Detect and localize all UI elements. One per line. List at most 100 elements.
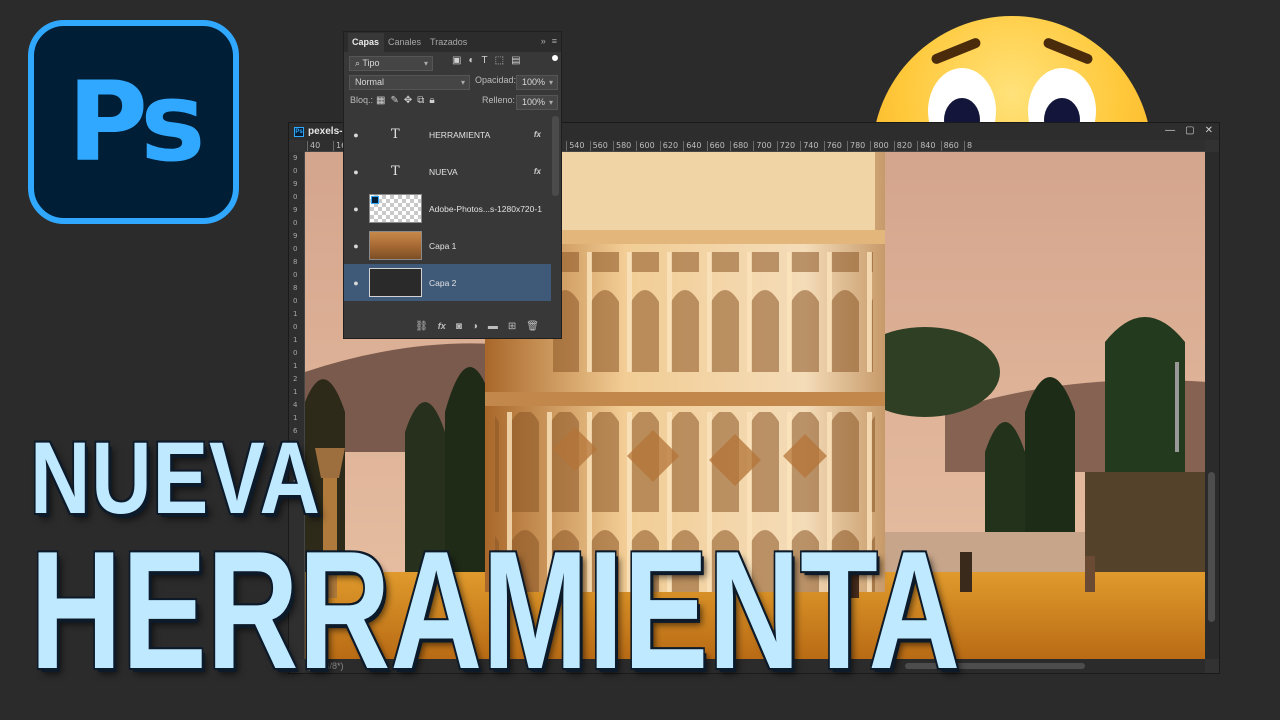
layer-name: Adobe-Photos...s-1280x720-1 xyxy=(429,203,542,214)
ruler-tick: 8 xyxy=(964,141,972,151)
layer-name: NUEVA xyxy=(429,166,458,177)
ruler-tick: 680 xyxy=(730,141,748,151)
ruler-tick: 540 xyxy=(566,141,584,151)
lock-all-icon[interactable]: 🔒︎ xyxy=(429,95,434,106)
new-adjustment-icon[interactable]: ◑ xyxy=(472,321,478,332)
fill-field[interactable]: 100% ▾ xyxy=(516,95,558,110)
adjustment-filter-icon[interactable]: ◐ xyxy=(468,55,474,66)
fill-label: Relleno: xyxy=(482,95,516,105)
vertical-scrollbar[interactable] xyxy=(1205,152,1219,659)
minimize-button[interactable]: — xyxy=(1165,125,1175,136)
ruler-tick: 740 xyxy=(800,141,818,151)
tab-layers[interactable]: Capas xyxy=(348,33,385,52)
ruler-digit: 0 xyxy=(293,245,298,253)
collapse-icon[interactable]: » xyxy=(541,36,546,46)
layer-list: ● T HERRAMIENTA fx ● T NUEVA fx ● Adobe-… xyxy=(344,116,551,301)
ruler-digit: 4 xyxy=(293,401,298,409)
ruler-digit: 9 xyxy=(293,180,298,188)
smart-object-icon xyxy=(371,196,379,204)
visibility-eye-icon[interactable]: ● xyxy=(351,241,361,251)
ruler-tick: 620 xyxy=(659,141,678,151)
ruler-digit: 0 xyxy=(293,193,298,201)
chevron-down-icon: ▾ xyxy=(548,98,553,107)
ruler-digit: 9 xyxy=(293,232,298,240)
close-button[interactable]: ✕ xyxy=(1205,125,1213,136)
ruler-digit: 1 xyxy=(293,388,298,396)
chevron-down-icon: ▾ xyxy=(423,59,428,68)
window-controls: — ▢ ✕ xyxy=(1165,125,1213,136)
ruler-tick: 860 xyxy=(940,141,959,151)
filter-toggle[interactable] xyxy=(552,55,558,61)
layer-thumbnail xyxy=(369,268,422,297)
ruler-digit: 1 xyxy=(293,362,298,370)
text-layer-icon: T xyxy=(391,127,400,142)
ruler-tick: 700 xyxy=(753,141,772,151)
ruler-tick: 820 xyxy=(893,141,912,151)
layer-filter-select[interactable]: ⌕ Tipo ▾ xyxy=(349,56,433,71)
add-style-icon[interactable]: fx xyxy=(438,321,446,331)
visibility-eye-icon[interactable]: ● xyxy=(351,278,361,288)
tab-paths[interactable]: Trazados xyxy=(426,37,472,52)
lock-artboard-icon[interactable]: ⧉ xyxy=(417,95,424,106)
lock-image-icon[interactable]: ✎ xyxy=(390,95,398,106)
lock-transparent-icon[interactable]: ▦ xyxy=(376,95,385,106)
trash-icon[interactable]: 🗑︎ xyxy=(526,321,539,332)
type-filter-icon[interactable]: T xyxy=(482,55,488,66)
ruler-tick: 800 xyxy=(870,141,889,151)
blend-mode-select[interactable]: Normal ▾ xyxy=(349,75,470,90)
ruler-tick: 720 xyxy=(776,141,795,151)
filter-icons: ▣ ◐ T ⬚ ▤ xyxy=(452,55,521,66)
ruler-tick: 660 xyxy=(706,141,725,151)
add-mask-icon[interactable]: ◙ xyxy=(456,321,462,332)
layer-list-scrollbar[interactable] xyxy=(552,116,559,196)
layers-panel-footer: ⛓ fx ◙ ◑ ▬ ⊞ 🗑︎ xyxy=(344,314,561,338)
visibility-eye-icon[interactable]: ● xyxy=(351,130,361,140)
ruler-tick: 580 xyxy=(613,141,631,151)
ruler-tick: 640 xyxy=(683,141,701,151)
opacity-label: Opacidad: xyxy=(475,75,517,85)
smartobject-filter-icon[interactable]: ▤ xyxy=(511,55,520,66)
lock-position-icon[interactable]: ✥ xyxy=(404,95,412,106)
ruler-digit: 8 xyxy=(293,284,298,292)
ruler-digit: 2 xyxy=(293,375,298,383)
ruler-digit: 0 xyxy=(293,271,298,279)
ruler-digit: 1 xyxy=(293,310,298,318)
text-layer-icon: T xyxy=(391,164,400,179)
panel-tabs: Capas Canales Trazados » ≡ xyxy=(344,32,561,52)
ruler-tick: 600 xyxy=(636,141,655,151)
photoshop-logo-text: Ps xyxy=(67,58,205,186)
opacity-field[interactable]: 100% ▾ xyxy=(516,75,558,90)
layer-name: HERRAMIENTA xyxy=(429,129,491,140)
shape-filter-icon[interactable]: ⬚ xyxy=(495,55,504,66)
pixel-filter-icon[interactable]: ▣ xyxy=(452,55,461,66)
lock-icons: ▦ ✎ ✥ ⧉ 🔒︎ xyxy=(376,95,435,106)
lock-row: Bloq.: ▦ ✎ ✥ ⧉ 🔒︎ Relleno: 100% ▾ xyxy=(344,92,561,112)
ruler-digit: 9 xyxy=(293,154,298,162)
tab-channels[interactable]: Canales xyxy=(384,37,426,52)
visibility-eye-icon[interactable]: ● xyxy=(351,204,361,214)
ruler-tick: 840 xyxy=(917,141,935,151)
ruler-digit: 0 xyxy=(293,219,298,227)
new-group-folder-icon[interactable]: ▬ xyxy=(488,321,498,332)
emoji-right-brow xyxy=(1042,36,1094,66)
photoshop-logo: Ps xyxy=(28,20,239,224)
layer-thumbnail xyxy=(369,194,422,223)
layer-row-nueva[interactable]: ● T NUEVA fx xyxy=(344,153,551,190)
title-herramienta: HERRAMIENTA xyxy=(30,516,961,704)
filter-row: ⌕ Tipo ▾ ▣ ◐ T ⬚ ▤ xyxy=(344,52,561,72)
layers-panel: Capas Canales Trazados » ≡ ⌕ Tipo ▾ ▣ ◐ … xyxy=(343,31,562,339)
layer-row-capa-1[interactable]: ● Capa 1 xyxy=(344,227,551,264)
ruler-digit: 8 xyxy=(293,258,298,266)
new-layer-icon[interactable]: ⊞ xyxy=(508,321,516,332)
maximize-button[interactable]: ▢ xyxy=(1185,125,1194,136)
lock-label: Bloq.: xyxy=(350,95,374,105)
fx-icon[interactable]: fx xyxy=(534,130,541,139)
fx-icon[interactable]: fx xyxy=(534,167,541,176)
layer-row-adobe-photoshop[interactable]: ● Adobe-Photos...s-1280x720-1 xyxy=(344,190,551,227)
panel-menu-icon[interactable]: ≡ xyxy=(552,36,557,46)
layer-row-herramienta[interactable]: ● T HERRAMIENTA fx xyxy=(344,116,551,153)
visibility-eye-icon[interactable]: ● xyxy=(351,167,361,177)
ruler-tick: 780 xyxy=(847,141,865,151)
layer-row-capa-2[interactable]: ● Capa 2 xyxy=(344,264,551,301)
link-layers-icon[interactable]: ⛓ xyxy=(415,321,428,332)
